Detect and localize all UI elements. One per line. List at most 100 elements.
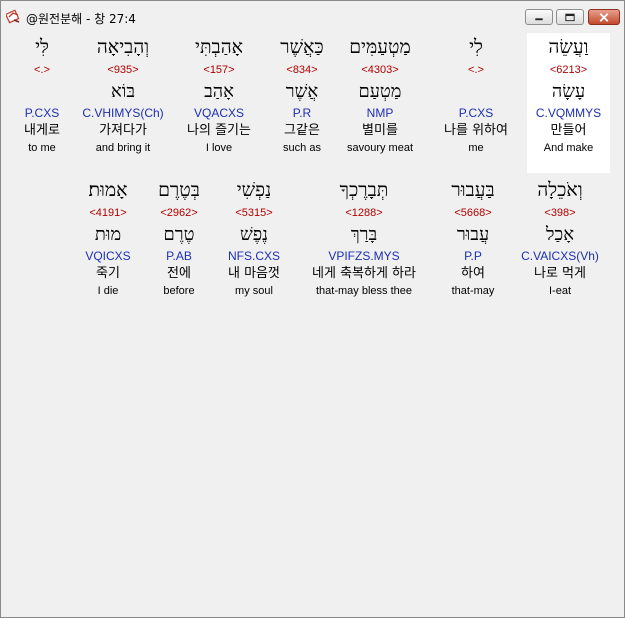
- word-card[interactable]: כַּאֲשֶׁר <834> אֲשֶׁר P.R 그같은 such as: [265, 33, 339, 156]
- lemma: מוּת: [94, 224, 122, 245]
- korean-gloss: 나의 즐기는: [187, 123, 251, 138]
- word-card[interactable]: וְאֹכֵלָה <398> אָכַל C.VAICXS(Vh) 나로 먹게…: [515, 176, 605, 299]
- english-gloss: savoury meat: [346, 142, 414, 154]
- parse-code: C.VAICXS(Vh): [521, 249, 599, 263]
- strong-number[interactable]: <4191>: [75, 204, 141, 222]
- english-gloss: that-may bless thee: [316, 285, 412, 297]
- english-gloss: my soul: [235, 285, 273, 297]
- korean-gloss: 하여: [461, 266, 485, 281]
- lemma: עָשָׂה: [551, 81, 586, 102]
- strong-number[interactable]: <4303>: [335, 61, 425, 79]
- english-gloss: I love: [205, 142, 233, 154]
- parse-code: P.CXS: [458, 106, 494, 120]
- hebrew-word: אָמוּת׃: [88, 179, 128, 201]
- parse-code: P.CXS: [24, 106, 60, 120]
- word-card[interactable]: נַפְשִׁי <5315> נֶפֶשׁ NFS.CXS 내 마음껏 my …: [215, 176, 293, 299]
- hebrew-word: וְאֹכֵלָה: [537, 179, 583, 201]
- hebrew-word: נַפְשִׁי: [236, 179, 272, 201]
- hebrew-word: כַּאֲשֶׁר: [280, 36, 324, 58]
- lemma: נֶפֶשׁ: [239, 224, 269, 245]
- strong-number[interactable]: <.>: [431, 61, 521, 79]
- korean-gloss: 별미를: [362, 123, 398, 138]
- word-card[interactable]: בַּעֲבוּר <5668> עֲבוּר P.P 하여 that-may: [433, 176, 513, 299]
- minimize-button[interactable]: [525, 9, 553, 25]
- window-title: @원전분해 - 창 27:4: [26, 12, 136, 26]
- lemma: [431, 79, 521, 105]
- parse-code: NFS.CXS: [227, 249, 280, 263]
- strong-number[interactable]: <834>: [265, 61, 339, 79]
- strong-number[interactable]: <1288>: [297, 204, 431, 222]
- parse-code: C.VHIMYS(Ch): [82, 106, 164, 120]
- english-gloss: I die: [97, 285, 119, 297]
- strong-number[interactable]: <5315>: [215, 204, 293, 222]
- app-window: @원전분해 - 창 27:4 וַעֲשֵׂה <6213> עָשָׂה C.…: [0, 0, 625, 618]
- korean-gloss: 죽기: [96, 266, 120, 281]
- close-button[interactable]: [588, 9, 620, 25]
- english-gloss: that-may: [451, 285, 495, 297]
- lemma: אֲשֶׁר: [285, 81, 319, 102]
- hebrew-word: בַּעֲבוּר: [451, 179, 495, 201]
- english-gloss: and bring it: [95, 142, 151, 154]
- korean-gloss: 만들어: [550, 123, 587, 138]
- hebrew-word: וַעֲשֵׂה: [548, 36, 589, 58]
- korean-gloss: 나로 먹게: [534, 266, 586, 281]
- parse-code: VQACXS: [193, 106, 244, 120]
- maximize-button[interactable]: [556, 9, 584, 25]
- strong-number[interactable]: <5668>: [433, 204, 513, 222]
- parse-code: P.P: [464, 249, 482, 263]
- parse-code: VQICXS: [85, 249, 131, 263]
- hebrew-word: מַטְעַמִּים: [349, 36, 411, 58]
- word-card[interactable]: וְהָבִיאָה <935> בּוֹא C.VHIMYS(Ch) 가져다가…: [73, 33, 173, 156]
- strong-number[interactable]: <2962>: [147, 204, 211, 222]
- title-bar[interactable]: @원전분해 - 창 27:4: [1, 1, 624, 33]
- word-card[interactable]: תְּבָרֶכְךָ <1288> בָּרַךְ VPIFZS.MYS 네게…: [297, 176, 431, 299]
- hebrew-word: לִי: [469, 36, 483, 58]
- lemma: [13, 79, 71, 105]
- korean-gloss: 네게 축복하게 하라: [312, 266, 416, 281]
- english-gloss: to me: [28, 142, 56, 154]
- verse-analysis-panel: וַעֲשֵׂה <6213> עָשָׂה C.VQMMYS 만들어 And …: [5, 33, 622, 613]
- hebrew-word: אָהַבְתִּי: [194, 36, 244, 58]
- parse-code: NMP: [366, 106, 394, 120]
- lemma: אָהַב: [204, 81, 234, 102]
- minimize-icon: [535, 18, 543, 21]
- hebrew-word: תְּבָרֶכְךָ: [339, 179, 389, 201]
- bible-app-icon: [6, 9, 20, 24]
- korean-gloss: 나를 위하여: [444, 123, 508, 138]
- maximize-icon: [565, 13, 575, 22]
- parse-code: P.AB: [166, 249, 192, 263]
- korean-gloss: 내 마음껏: [228, 266, 280, 281]
- word-card[interactable]: לִי <.> P.CXS 나를 위하여 me: [431, 33, 521, 156]
- strong-number[interactable]: <6213>: [527, 61, 610, 79]
- strong-number[interactable]: <935>: [73, 61, 173, 79]
- word-card[interactable]: בְּטֶרֶם <2962> טֶרֶם P.AB 전에 before: [147, 176, 211, 299]
- english-gloss: me: [468, 142, 484, 154]
- hebrew-word: לִּי: [35, 36, 49, 58]
- word-card[interactable]: מַטְעַמִּים <4303> מַטְעַם NMP 별미를 savou…: [335, 33, 425, 156]
- hebrew-word: וְהָבִיאָה: [96, 36, 150, 58]
- lemma: בָּרַךְ: [350, 224, 378, 245]
- hebrew-word: בְּטֶרֶם: [158, 179, 200, 201]
- word-card[interactable]: אָהַבְתִּי <157> אָהַב VQACXS 나의 즐기는 I l…: [173, 33, 265, 156]
- korean-gloss: 전에: [167, 266, 191, 281]
- english-gloss: such as: [283, 142, 321, 154]
- parse-code: VPIFZS.MYS: [328, 249, 400, 263]
- parse-code: P.R: [292, 106, 312, 120]
- lemma: בּוֹא: [110, 81, 136, 102]
- lemma: טֶרֶם: [163, 224, 195, 245]
- strong-number[interactable]: <157>: [173, 61, 265, 79]
- korean-gloss: 가져다가: [99, 123, 147, 138]
- parse-code: C.VQMMYS: [535, 106, 602, 120]
- lemma: מַטְעַם: [358, 81, 402, 102]
- english-gloss: And make: [543, 142, 594, 154]
- lemma: עֲבוּר: [456, 224, 490, 245]
- word-card[interactable]: וַעֲשֵׂה <6213> עָשָׂה C.VQMMYS 만들어 And …: [527, 33, 610, 156]
- strong-number[interactable]: <398>: [515, 204, 605, 222]
- close-icon: [599, 13, 609, 22]
- lemma: אָכַל: [545, 224, 575, 245]
- english-gloss: before: [163, 285, 195, 297]
- korean-gloss: 그같은: [284, 123, 320, 138]
- word-card[interactable]: לִּי <.> P.CXS 내게로 to me: [13, 33, 71, 156]
- word-card[interactable]: אָמוּת׃ <4191> מוּת VQICXS 죽기 I die: [75, 176, 141, 299]
- strong-number[interactable]: <.>: [13, 61, 71, 79]
